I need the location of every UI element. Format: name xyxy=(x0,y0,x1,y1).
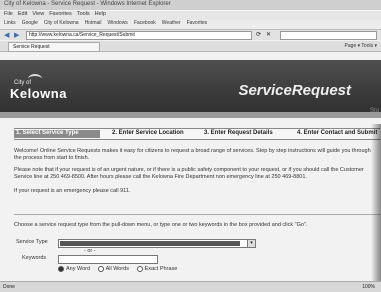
keywords-label: Keywords xyxy=(22,255,47,261)
menu-bar: File Edit View Favorites Tools Help xyxy=(0,11,381,20)
radio-icon xyxy=(97,266,104,272)
menu-help[interactable]: Help xyxy=(95,11,106,17)
menu-tools[interactable]: Tools xyxy=(77,11,90,17)
link-hotmail[interactable]: Hotmail xyxy=(85,20,102,26)
menu-view[interactable]: View xyxy=(32,11,44,17)
service-type-select[interactable]: ▾ xyxy=(58,239,256,248)
radio-all-words-label: All Words xyxy=(105,266,130,273)
divider xyxy=(14,214,380,215)
logo-city-name[interactable]: Kelowna xyxy=(10,86,67,101)
zoom-level[interactable]: 100% xyxy=(362,284,375,290)
link-google[interactable]: Google xyxy=(22,20,38,26)
step-1: 1. Select Service Type xyxy=(14,130,100,138)
step-4: 4. Enter Contact and Submit xyxy=(297,130,378,136)
urgent-text: Please note that if your request is of a… xyxy=(14,167,364,180)
link-windows[interactable]: Windows xyxy=(108,20,128,26)
keywords-input[interactable] xyxy=(58,255,158,264)
site-banner: City of Kelowna ServiceRequest xyxy=(0,60,381,118)
link-favorites[interactable]: Favorites xyxy=(187,20,208,26)
forward-icon[interactable]: ▶ xyxy=(14,31,19,39)
choose-instructions: Choose a service request type from the p… xyxy=(14,222,308,228)
match-options: Any Word All Words Exact Phrase xyxy=(58,266,183,272)
side-text: Sto xyxy=(369,108,379,114)
service-type-label: Service Type xyxy=(16,239,48,245)
emergency-text: If your request is an emergency please c… xyxy=(14,188,131,194)
or-label: - or - xyxy=(84,248,96,254)
radio-icon xyxy=(136,266,143,272)
links-label: Links xyxy=(4,20,16,26)
link-weather[interactable]: Weather xyxy=(162,20,181,26)
status-text: Done xyxy=(3,284,15,290)
status-bar: Done 100% xyxy=(0,281,381,292)
menu-file[interactable]: File xyxy=(0,11,13,17)
title-bar: City of Kelowna - Service Request - Wind… xyxy=(0,0,381,10)
radio-exact-phrase[interactable]: Exact Phrase xyxy=(136,266,178,273)
radio-selected-icon xyxy=(58,266,64,272)
search-input[interactable] xyxy=(280,31,377,40)
link-facebook[interactable]: Facebook xyxy=(134,20,156,26)
step-3: 3. Enter Request Details xyxy=(204,130,273,136)
links-bar: Links Google City of Kelowna Hotmail Windows… xyxy=(0,20,381,30)
refresh-icon[interactable]: ⟳ xyxy=(256,31,261,38)
tools-menu[interactable]: Page ▾ Tools ▾ xyxy=(345,43,377,49)
menu-favorites[interactable]: Favorites xyxy=(49,11,72,17)
radio-any-word-label: Any Word xyxy=(66,266,91,273)
radio-any-word[interactable]: Any Word xyxy=(58,266,90,272)
step-2: 2. Enter Service Location xyxy=(112,130,184,136)
window-title: City of Kelowna - Service Request - Wind… xyxy=(4,1,171,7)
step-progress: 1. Select Service Type 2. Enter Service … xyxy=(14,128,380,140)
banner-stripe xyxy=(0,112,381,118)
stop-icon[interactable]: ✕ xyxy=(266,31,271,38)
banner-title: ServiceRequest xyxy=(238,82,351,99)
tab-service-request[interactable]: Service Request xyxy=(8,42,100,52)
link-city[interactable]: City of Kelowna xyxy=(44,20,79,26)
back-icon[interactable]: ◀ xyxy=(4,31,9,39)
menu-edit[interactable]: Edit xyxy=(18,11,27,17)
url-field[interactable]: http://www.kelowna.ca/Service_Request/Su… xyxy=(26,31,252,40)
radio-all-words[interactable]: All Words xyxy=(97,266,130,273)
page-edge-shadow xyxy=(371,124,381,284)
address-bar: ◀ ▶ http://www.kelowna.ca/Service_Reques… xyxy=(0,30,381,40)
radio-exact-phrase-label: Exact Phrase xyxy=(144,266,178,273)
chevron-down-icon[interactable]: ▾ xyxy=(247,240,255,247)
tab-label: Service Request xyxy=(13,44,50,50)
tab-row: Service Request Page ▾ Tools ▾ xyxy=(0,41,381,52)
intro-text: Welcome! Online Service Requests makes i… xyxy=(14,148,371,161)
select-value xyxy=(60,241,240,246)
